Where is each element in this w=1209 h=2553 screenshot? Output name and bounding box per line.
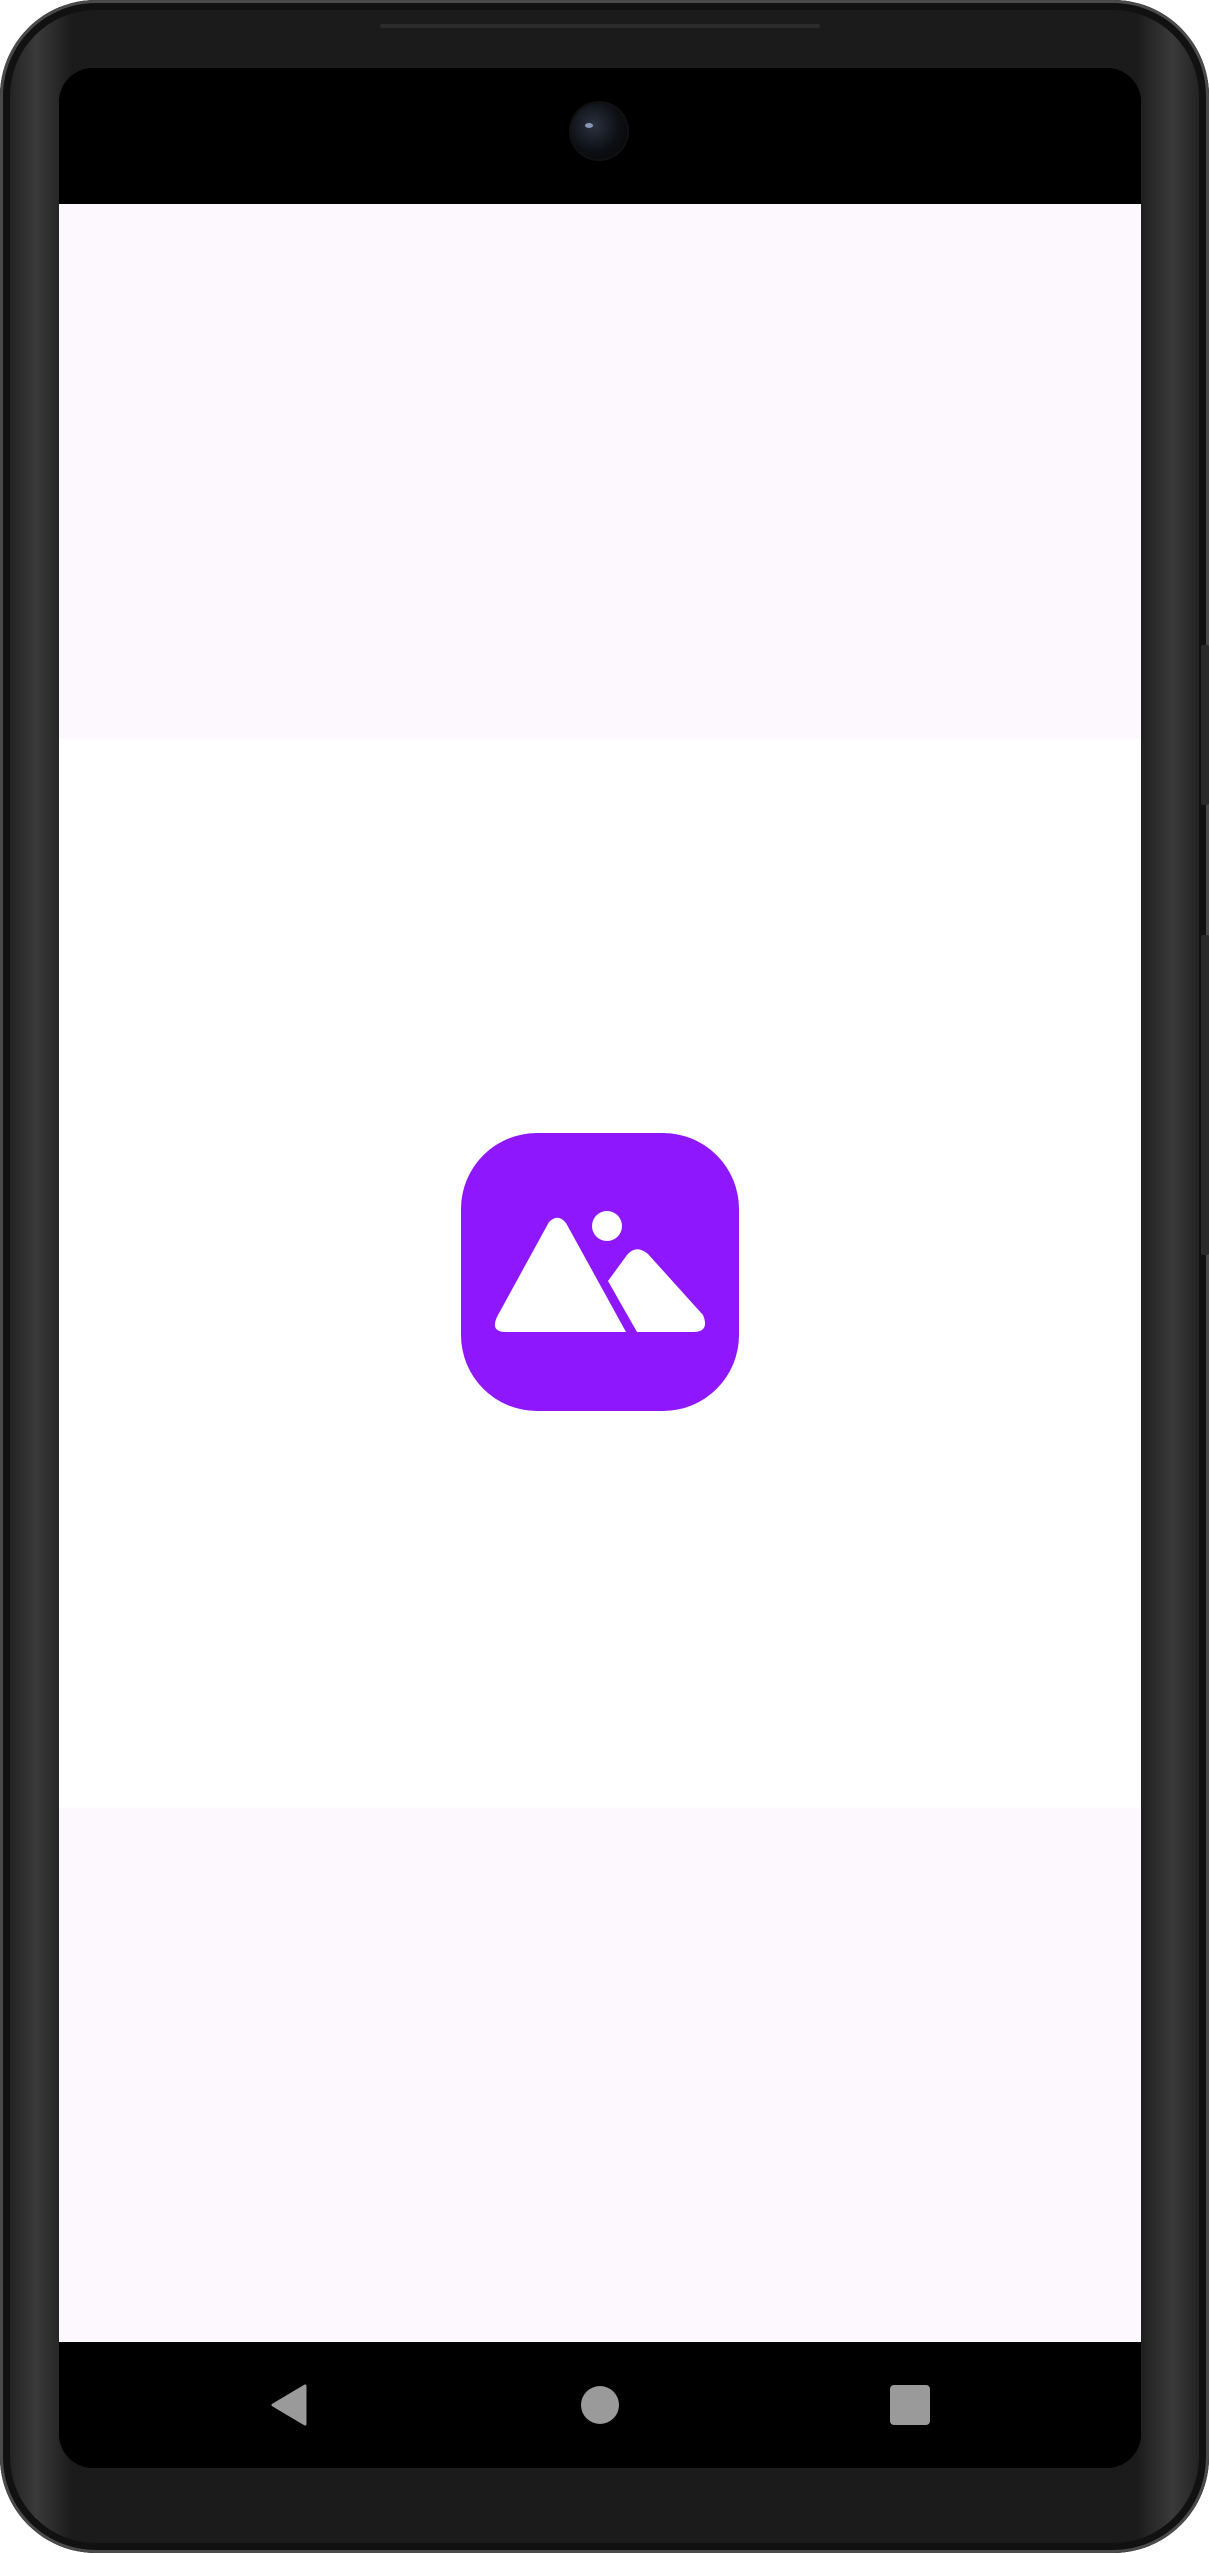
front-camera-icon xyxy=(571,103,627,159)
phone-frame xyxy=(0,0,1209,2553)
home-button[interactable] xyxy=(575,2380,625,2430)
recents-button[interactable] xyxy=(885,2380,935,2430)
image-mountains-icon xyxy=(494,1211,706,1332)
device-screen xyxy=(59,68,1141,2468)
status-bar xyxy=(59,68,1141,204)
recents-square-icon xyxy=(890,2385,930,2425)
power-button xyxy=(1201,645,1209,805)
home-circle-icon xyxy=(581,2386,619,2424)
splash-screen xyxy=(59,204,1141,2342)
volume-button xyxy=(1201,935,1209,1255)
navigation-bar xyxy=(59,2342,1141,2468)
back-button[interactable] xyxy=(265,2380,315,2430)
app-logo-icon xyxy=(461,1133,739,1411)
back-triangle-icon xyxy=(271,2384,307,2426)
earpiece-speaker xyxy=(380,24,820,28)
